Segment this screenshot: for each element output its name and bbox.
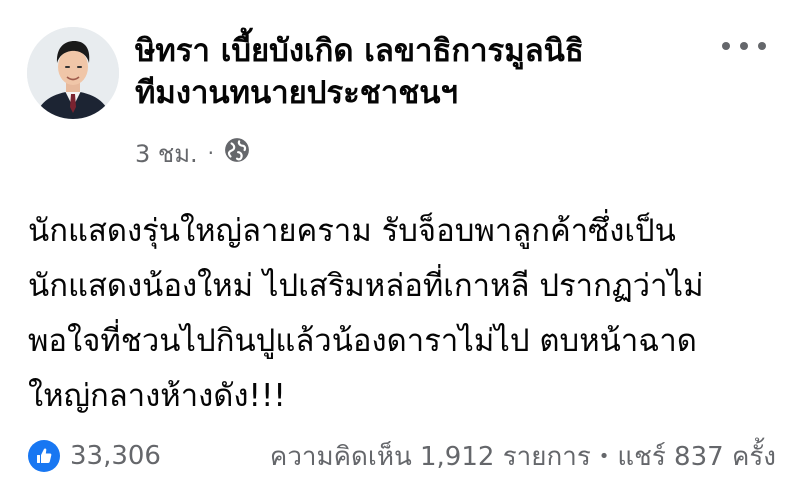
stats-separator: • bbox=[598, 445, 610, 467]
reactions-summary[interactable]: 33,306 bbox=[28, 440, 161, 472]
like-icon bbox=[28, 440, 60, 472]
post-stats: ความคิดเห็น 1,912 รายการ • แชร์ 837 ครั้… bbox=[270, 436, 776, 477]
profile-photo bbox=[27, 27, 119, 119]
author-name-line-1[interactable]: ษิทรา เบี้ยบังเกิด เลขาธิการมูลนิธิ bbox=[135, 30, 695, 72]
post-meta: 3 ชม. · bbox=[135, 136, 250, 170]
facebook-post: ษิทรา เบี้ยบังเกิด เลขาธิการมูลนิธิ ทีมง… bbox=[0, 0, 800, 482]
more-options-button[interactable] bbox=[722, 32, 766, 60]
post-text-line: พอใจที่ชวนไปกินปูแล้วน้องดาราไม่ไป ตบหน้… bbox=[28, 323, 697, 359]
post-text: นักแสดงรุ่นใหญ่ลายคราม รับจ็อบพาลูกค้าซึ… bbox=[28, 204, 788, 424]
avatar[interactable] bbox=[27, 27, 119, 119]
reaction-count[interactable]: 33,306 bbox=[70, 441, 161, 471]
post-text-line: ใหญ่กลางห้างดัง!!! bbox=[28, 378, 286, 414]
meta-separator: · bbox=[207, 141, 214, 165]
post-time[interactable]: 3 ชม. bbox=[135, 134, 198, 173]
post-text-line: นักแสดงน้องใหม่ ไปเสริมหล่อที่เกาหลี ปรา… bbox=[28, 268, 704, 304]
post-footer: 33,306 ความคิดเห็น 1,912 รายการ • แชร์ 8… bbox=[28, 438, 776, 474]
more-dot bbox=[758, 42, 766, 50]
more-dot bbox=[722, 42, 730, 50]
author-name[interactable]: ษิทรา เบี้ยบังเกิด เลขาธิการมูลนิธิ ทีมง… bbox=[135, 30, 695, 114]
comment-count[interactable]: ความคิดเห็น 1,912 รายการ bbox=[270, 436, 591, 477]
share-count[interactable]: แชร์ 837 ครั้ง bbox=[617, 436, 776, 477]
globe-icon[interactable] bbox=[224, 137, 250, 169]
more-dot bbox=[740, 42, 748, 50]
author-name-line-2[interactable]: ทีมงานทนายประชาชนฯ bbox=[135, 72, 695, 114]
post-text-line: นักแสดงรุ่นใหญ่ลายคราม รับจ็อบพาลูกค้าซึ… bbox=[28, 213, 676, 249]
